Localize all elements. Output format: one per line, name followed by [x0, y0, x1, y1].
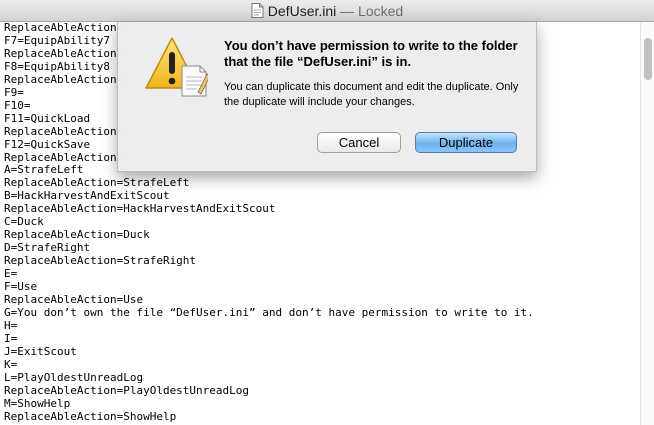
scrollbar-thumb[interactable] — [644, 38, 652, 80]
text-line[interactable]: I= — [4, 332, 640, 346]
text-line[interactable]: H= — [4, 319, 640, 333]
warning-icon — [144, 34, 211, 98]
text-line[interactable]: E= — [4, 267, 640, 281]
text-line[interactable]: ReplaceAbleAction=PlayOldestUnreadLog — [4, 384, 640, 398]
text-line[interactable]: M=ShowHelp — [4, 397, 640, 411]
text-line[interactable]: K= — [4, 358, 640, 372]
permission-dialog: You don’t have permission to write to th… — [117, 22, 537, 172]
document-icon[interactable] — [251, 3, 264, 18]
dialog-message: You can duplicate this document and edit… — [224, 81, 519, 108]
text-line[interactable]: ReplaceAbleAction=HackHarvestAndExitScou… — [4, 202, 640, 216]
text-line[interactable]: ReplaceAbleAction=StrafeRight — [4, 254, 640, 268]
text-line[interactable]: ReplaceAbleAction=Duck — [4, 228, 640, 242]
text-line[interactable]: G=You don’t own the file “DefUser.ini” a… — [4, 306, 640, 320]
text-edit-window: DefUser.ini — Locked ReplaceAbleAction= F… — [0, 0, 654, 425]
text-line[interactable]: ReplaceAbleAction=ShowHelp — [4, 410, 640, 424]
window-title: DefUser.ini — Locked — [0, 3, 654, 19]
duplicate-button[interactable]: Duplicate — [415, 132, 517, 153]
dialog-title: You don’t have permission to write to th… — [224, 38, 518, 69]
cancel-button[interactable]: Cancel — [317, 132, 401, 153]
title-bar[interactable]: DefUser.ini — Locked — [0, 0, 654, 22]
text-line[interactable]: J=ExitScout — [4, 345, 640, 359]
vertical-scrollbar[interactable] — [640, 22, 654, 425]
text-line[interactable]: L=PlayOldestUnreadLog — [4, 371, 640, 385]
title-locked-status[interactable]: — Locked — [340, 3, 403, 19]
title-filename: DefUser.ini — [267, 3, 337, 19]
